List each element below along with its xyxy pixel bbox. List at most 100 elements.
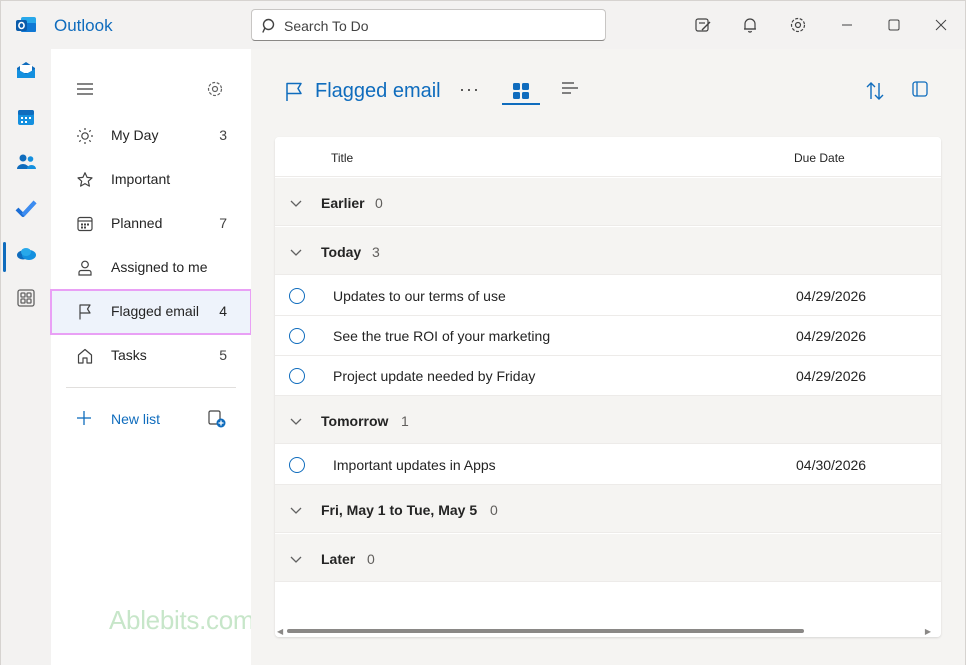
watermark: Ablebits.com bbox=[109, 605, 255, 635]
task-note-icon[interactable] bbox=[691, 13, 715, 37]
group-name: Fri, May 1 to Tue, May 5 bbox=[321, 502, 478, 518]
search-icon bbox=[262, 18, 275, 33]
title-bar: Outlook bbox=[1, 1, 965, 49]
task-row[interactable]: See the true ROI of your marketing 04/29… bbox=[275, 316, 941, 356]
group-name: Earlier bbox=[321, 195, 365, 211]
sidebar-item-count: 5 bbox=[219, 347, 227, 363]
table-header: Title Due Date bbox=[275, 137, 941, 177]
group-later[interactable]: Later 0 bbox=[275, 534, 941, 582]
task-title: See the true ROI of your marketing bbox=[333, 328, 551, 344]
scroll-left-arrow-icon[interactable]: ◀ bbox=[277, 627, 283, 636]
details-panel-icon[interactable] bbox=[910, 79, 930, 99]
task-title: Updates to our terms of use bbox=[333, 288, 506, 304]
column-header-title[interactable]: Title bbox=[331, 151, 353, 165]
active-indicator bbox=[3, 242, 6, 272]
star-icon bbox=[75, 170, 95, 190]
new-group-icon[interactable] bbox=[207, 409, 227, 432]
sidebar-item-label: Flagged email bbox=[111, 303, 199, 319]
sidebar-item-label: Planned bbox=[111, 215, 163, 231]
sidebar-item-label: Assigned to me bbox=[111, 259, 208, 275]
list-title[interactable]: Flagged email bbox=[315, 80, 441, 103]
column-header-due-date[interactable]: Due Date bbox=[794, 151, 845, 165]
chevron-down-icon bbox=[289, 245, 303, 261]
group-name: Tomorrow bbox=[321, 413, 389, 429]
settings-gear-icon[interactable] bbox=[205, 79, 225, 99]
maximize-icon[interactable] bbox=[882, 13, 906, 37]
chevron-down-icon bbox=[289, 196, 303, 212]
task-row[interactable]: Updates to our terms of use 04/29/2026 bbox=[275, 276, 941, 316]
chevron-down-icon bbox=[289, 414, 303, 430]
app-rail bbox=[1, 49, 51, 665]
horizontal-scrollbar[interactable]: ◀ ▶ bbox=[275, 625, 941, 637]
scrollbar-thumb[interactable] bbox=[287, 629, 804, 633]
task-due-date: 04/30/2026 bbox=[796, 457, 867, 473]
gear-icon[interactable] bbox=[786, 13, 810, 37]
sidebar-item-label: Important bbox=[111, 171, 171, 187]
app-window: Outlook Search To Do My Day 3 Important … bbox=[0, 0, 966, 665]
main-pane: Flagged email ··· Title Due Date Earlier… bbox=[251, 49, 965, 665]
sort-icon[interactable] bbox=[863, 79, 887, 103]
sidebar-item-count: 4 bbox=[219, 303, 227, 319]
sidebar-divider bbox=[66, 387, 236, 388]
sidebar-item-flagged-email[interactable]: Flagged email 4 bbox=[50, 289, 252, 335]
task-due-date: 04/29/2026 bbox=[796, 368, 867, 384]
outlook-logo-icon bbox=[15, 15, 37, 35]
apps-grid-icon[interactable] bbox=[11, 283, 41, 313]
sidebar-item-important[interactable]: Important bbox=[51, 158, 251, 202]
group-name: Today bbox=[321, 244, 362, 260]
group-count: 3 bbox=[372, 244, 380, 260]
task-table: Title Due Date Earlier 0 Today 3 Updates… bbox=[275, 137, 941, 637]
minimize-icon[interactable] bbox=[835, 13, 859, 37]
more-options-button[interactable]: ··· bbox=[459, 79, 480, 100]
sidebar-item-count: 3 bbox=[219, 127, 227, 143]
group-date-range[interactable]: Fri, May 1 to Tue, May 5 0 bbox=[275, 485, 941, 533]
flag-icon bbox=[75, 302, 95, 322]
complete-checkbox[interactable] bbox=[289, 457, 305, 473]
sun-icon bbox=[75, 126, 95, 146]
mail-icon[interactable] bbox=[11, 55, 41, 85]
task-title: Project update needed by Friday bbox=[333, 368, 536, 384]
person-icon bbox=[75, 258, 95, 278]
group-earlier[interactable]: Earlier 0 bbox=[275, 178, 941, 226]
todo-check-icon[interactable] bbox=[11, 193, 41, 223]
sidebar-item-label: My Day bbox=[111, 127, 159, 143]
people-icon[interactable] bbox=[11, 147, 41, 177]
calendar-icon bbox=[75, 214, 95, 234]
group-tomorrow[interactable]: Tomorrow 1 bbox=[275, 396, 941, 444]
complete-checkbox[interactable] bbox=[289, 368, 305, 384]
sidebar-item-assigned[interactable]: Assigned to me bbox=[51, 246, 251, 290]
task-row[interactable]: Project update needed by Friday 04/29/20… bbox=[275, 356, 941, 396]
sidebar-item-label: Tasks bbox=[111, 347, 147, 363]
task-due-date: 04/29/2026 bbox=[796, 288, 867, 304]
plus-icon bbox=[75, 409, 93, 430]
task-due-date: 04/29/2026 bbox=[796, 328, 867, 344]
sidebar-item-my-day[interactable]: My Day 3 bbox=[51, 114, 251, 158]
sidebar-item-tasks[interactable]: Tasks 5 bbox=[51, 334, 251, 378]
list-view-icon[interactable] bbox=[557, 77, 581, 101]
scroll-right-arrow-icon[interactable]: ▶ bbox=[925, 627, 931, 636]
search-box[interactable] bbox=[251, 9, 606, 41]
search-input[interactable] bbox=[284, 16, 594, 36]
chevron-down-icon bbox=[289, 552, 303, 568]
group-count: 0 bbox=[367, 551, 375, 567]
sidebar-item-planned[interactable]: Planned 7 bbox=[51, 202, 251, 246]
app-name: Outlook bbox=[54, 16, 113, 35]
group-count: 0 bbox=[375, 195, 383, 211]
complete-checkbox[interactable] bbox=[289, 288, 305, 304]
bell-icon[interactable] bbox=[738, 13, 762, 37]
sidebar-item-count: 7 bbox=[219, 215, 227, 231]
complete-checkbox[interactable] bbox=[289, 328, 305, 344]
task-title: Important updates in Apps bbox=[333, 457, 496, 473]
calendar-app-icon[interactable] bbox=[11, 102, 41, 132]
grid-view-icon[interactable] bbox=[502, 77, 540, 105]
hamburger-menu-icon[interactable] bbox=[75, 79, 95, 99]
group-count: 0 bbox=[490, 502, 498, 518]
active-view-indicator bbox=[502, 103, 540, 105]
group-count: 1 bbox=[401, 413, 409, 429]
group-today[interactable]: Today 3 bbox=[275, 227, 941, 275]
chevron-down-icon bbox=[289, 503, 303, 519]
task-row[interactable]: Important updates in Apps 04/30/2026 bbox=[275, 445, 941, 485]
onedrive-icon[interactable] bbox=[11, 239, 41, 269]
close-icon[interactable] bbox=[929, 13, 953, 37]
home-icon bbox=[75, 346, 95, 366]
